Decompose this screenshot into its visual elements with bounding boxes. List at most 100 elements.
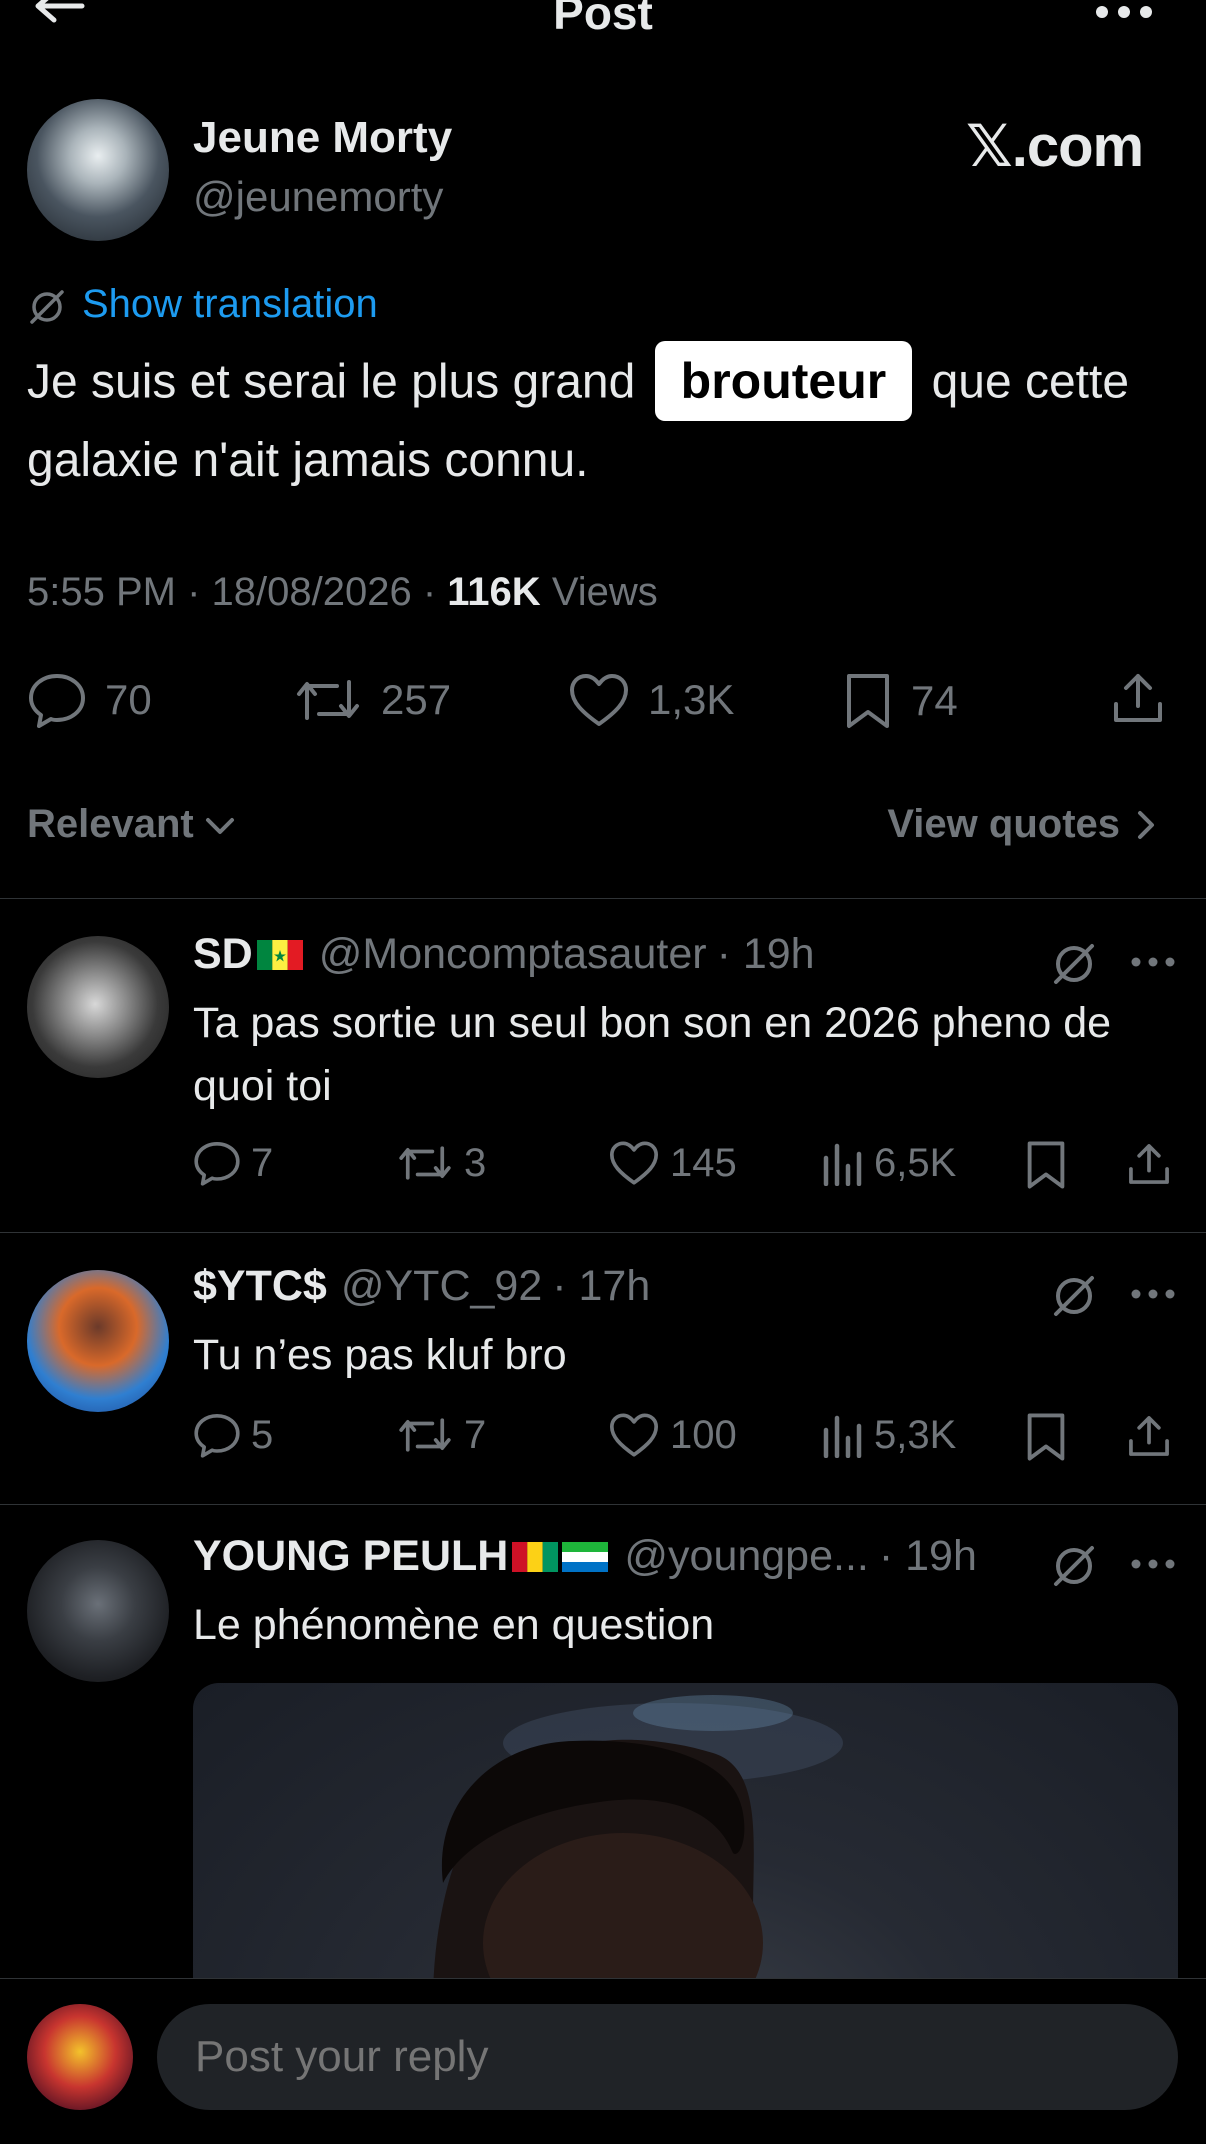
reply-like-button[interactable]: 100 [608,1412,737,1458]
reply-avatar[interactable] [27,1540,169,1682]
post-meta: 5:55 PM · 18/08/2026 · 116K Views [27,570,658,614]
view-quotes-label: View quotes [887,802,1120,846]
post-body: Je suis et serai le plus grand brouteur … [27,341,1187,497]
reply-count: 70 [105,676,152,723]
like-button[interactable]: 1,3K [568,672,734,728]
divider [0,898,1206,899]
x-logo-domain: .com [1011,114,1144,179]
photo-person-image [433,1695,843,2003]
bookmark-button[interactable]: 74 [843,672,958,730]
views-count: 6,5K [874,1140,957,1185]
bookmark-icon [1027,1413,1065,1461]
page-title: Post [553,0,653,39]
reply-button[interactable]: 70 [27,672,152,728]
reply-author-handle[interactable]: @Moncomptasauter [319,930,707,979]
reply-views-button[interactable]: 6,5K [820,1140,956,1186]
reply-more-button[interactable] [1130,1554,1176,1574]
more-horizontal-icon [1096,6,1152,18]
like-count: 1,3K [648,676,735,723]
reply-repost-button[interactable]: 3 [396,1140,486,1186]
reply-text: Ta pas sortie un seul bon son en 2026 ph… [193,999,1112,1110]
reply-avatar[interactable] [27,936,169,1078]
reply-repost-button[interactable]: 7 [396,1412,486,1458]
reply-reply-button[interactable]: 7 [193,1140,273,1186]
more-horizontal-icon [1131,1289,1175,1299]
reply-more-button[interactable] [1130,1284,1176,1304]
more-options-button[interactable] [1090,0,1160,30]
repost-button[interactable]: 257 [293,672,451,728]
translate-icon [28,288,66,326]
bookmark-icon [1027,1141,1065,1189]
heart-icon [609,1141,659,1185]
author-avatar[interactable] [27,99,169,241]
divider [0,1232,1206,1233]
post-time: 5:55 PM [27,570,176,614]
author-name[interactable]: Jeune Morty [193,113,452,163]
reply-time: · 17h [552,1262,651,1310]
reply-text: Tu n’es pas kluf bro [193,1331,567,1379]
reply-media-image[interactable] [193,1683,1178,2003]
grok-icon [1054,944,1094,984]
post-text-start: Je suis et serai le plus grand [27,355,636,409]
sort-dropdown[interactable]: Relevant [27,802,238,847]
reply-share-button[interactable] [1126,1140,1172,1188]
reply-time: · 19h [716,930,815,978]
x-logo-letter: 𝕏 [966,112,1013,180]
view-quotes-link[interactable]: View quotes [887,802,1160,847]
my-avatar[interactable] [27,2004,133,2110]
reply-avatar[interactable] [27,1270,169,1412]
divider [0,1504,1206,1505]
bookmark-count: 74 [911,677,958,724]
repost-count: 7 [464,1412,487,1457]
sierra-leone-flag-icon [562,1541,609,1572]
reply-views-button[interactable]: 5,3K [820,1412,956,1458]
reply-input[interactable] [157,2004,1178,2110]
grok-icon [1054,1276,1094,1316]
grok-button[interactable] [1050,940,1098,988]
share-icon [1129,1144,1169,1184]
analytics-icon [823,1143,862,1186]
repost-icon [399,1146,451,1180]
reply-header: $YTC$ @YTC_92 · 17h [193,1262,650,1311]
share-icon [1129,1416,1169,1456]
reply-author-name[interactable]: SD [193,930,253,979]
reply-bookmark-button[interactable] [1024,1412,1068,1462]
heart-icon [609,1413,659,1457]
reply-text: Le phénomène en question [193,1601,715,1649]
x-com-watermark: 𝕏.com [966,112,1144,180]
senegal-flag-icon [256,939,303,970]
post-text-highlight: brouteur [654,341,913,421]
reply-more-button[interactable] [1130,952,1176,972]
repost-count: 3 [464,1140,487,1185]
analytics-icon [823,1415,862,1458]
reply-author-handle[interactable]: @YTC_92 [341,1262,542,1311]
reply-author-name[interactable]: $YTC$ [193,1262,327,1311]
show-translation-link[interactable]: Show translation [82,282,378,327]
views-label: Views [551,570,658,614]
grok-button[interactable] [1050,1542,1098,1590]
heart-icon [570,674,628,726]
share-button[interactable] [1110,670,1166,726]
reply-count: 7 [251,1140,274,1185]
bookmark-icon [847,674,889,728]
reply-bookmark-button[interactable] [1024,1140,1068,1190]
views-count: 116K [447,570,541,614]
reply-header: SD @Moncomptasauter · 19h [193,930,815,979]
reply-share-button[interactable] [1126,1412,1172,1460]
repost-count: 257 [381,676,452,723]
grok-icon [1054,1546,1094,1586]
chevron-right-icon [1138,810,1154,839]
reply-author-handle[interactable]: @youngpe... [624,1532,868,1581]
reply-icon [194,1414,240,1458]
reply-author-name[interactable]: YOUNG PEULH [193,1532,508,1581]
like-count: 100 [670,1412,737,1457]
reply-icon [29,674,85,728]
reply-icon [194,1142,240,1186]
reply-like-button[interactable]: 145 [608,1140,737,1186]
reply-reply-button[interactable]: 5 [193,1412,273,1458]
grok-button[interactable] [1050,1272,1098,1320]
post-date: 18/08/2026 [211,570,412,614]
author-handle[interactable]: @jeunemorty [193,173,443,221]
share-icon [1114,674,1162,722]
like-count: 145 [670,1140,737,1185]
